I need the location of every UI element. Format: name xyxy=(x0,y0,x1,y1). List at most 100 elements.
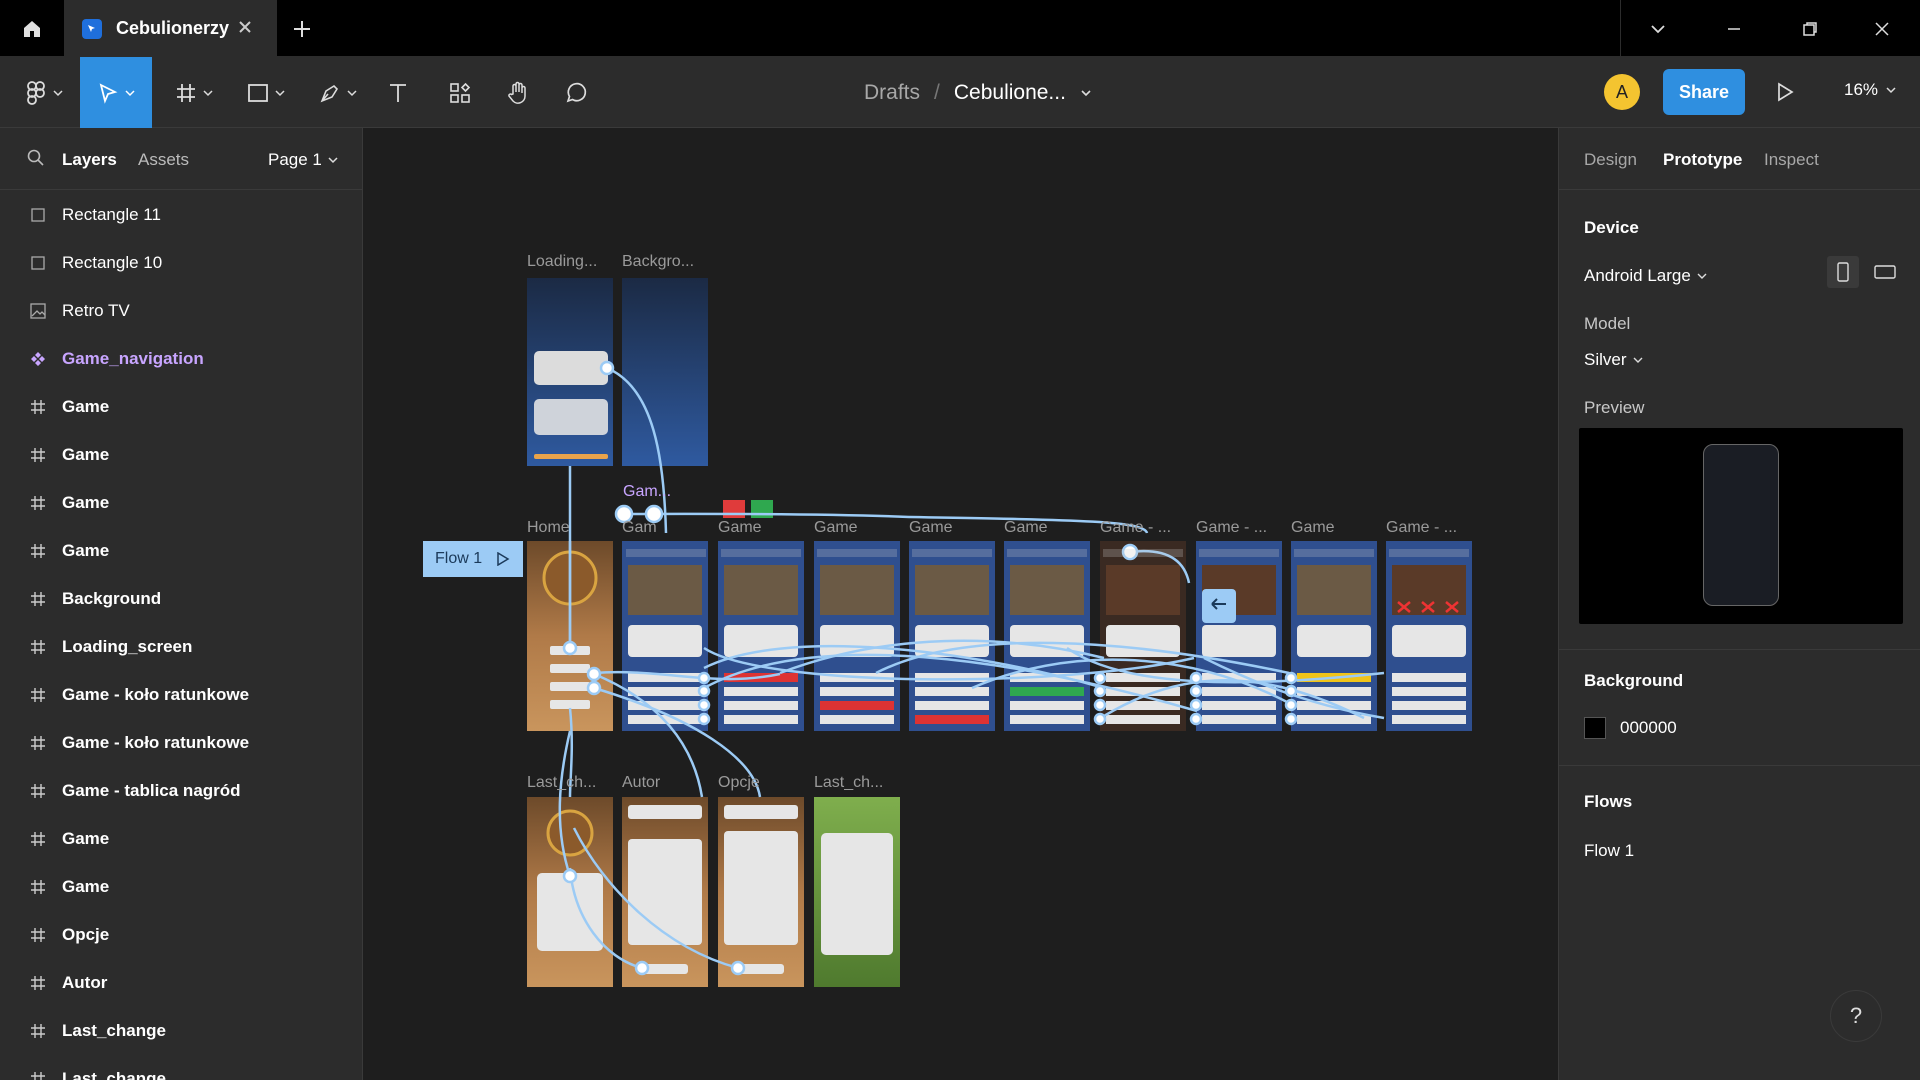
layer-item[interactable]: Game xyxy=(0,431,362,479)
breadcrumb-file-name[interactable]: Cebulione... xyxy=(954,81,1066,105)
page-selector[interactable]: Page 1 xyxy=(268,150,338,170)
frame-label-game-dash[interactable]: Game - ... xyxy=(1196,519,1267,537)
frame-label-game[interactable]: Game xyxy=(1004,519,1048,537)
layer-label: Game - tablica nagród xyxy=(62,781,241,800)
layer-item[interactable]: Last_change xyxy=(0,1055,362,1080)
layer-label: Opcje xyxy=(62,925,110,944)
component-label[interactable]: Gam... xyxy=(623,483,671,501)
frame-label-game-dash[interactable]: Game - ... xyxy=(1100,519,1171,537)
tab-assets[interactable]: Assets xyxy=(138,150,189,170)
layer-item[interactable]: Game_navigation xyxy=(0,335,362,383)
layer-item[interactable]: Game - koło ratunkowe xyxy=(0,671,362,719)
main-menu-button[interactable] xyxy=(14,57,74,128)
layers-panel-header: Layers Assets Page 1 xyxy=(0,128,362,190)
layer-item[interactable]: Game xyxy=(0,383,362,431)
zoom-dropdown[interactable]: 16% xyxy=(1844,80,1896,100)
home-button[interactable] xyxy=(0,0,64,57)
frame-tool[interactable] xyxy=(164,57,224,128)
frame-label-loading[interactable]: Loading... xyxy=(527,253,597,271)
pen-tool[interactable] xyxy=(308,57,368,128)
resources-tool[interactable] xyxy=(438,57,482,128)
chevron-down-icon xyxy=(347,89,357,96)
layer-item[interactable]: Game xyxy=(0,815,362,863)
maximize-button[interactable] xyxy=(1772,0,1848,57)
color-swatch[interactable] xyxy=(1584,717,1606,739)
chevron-down-icon xyxy=(328,157,338,164)
layer-item[interactable]: Rectangle 11 xyxy=(0,191,362,239)
chevron-down-icon[interactable] xyxy=(1080,87,1092,99)
rectangle-10[interactable] xyxy=(723,500,745,518)
landscape-toggle[interactable] xyxy=(1869,256,1901,288)
breadcrumb-drafts[interactable]: Drafts xyxy=(864,81,920,105)
layer-item[interactable]: Background xyxy=(0,575,362,623)
frame-label-game-dash[interactable]: Game - ... xyxy=(1386,519,1457,537)
model-dropdown[interactable]: Silver xyxy=(1584,350,1643,370)
frame-label-opcje[interactable]: Opcje xyxy=(718,774,760,792)
tab-design[interactable]: Design xyxy=(1584,150,1637,170)
frame-label-background[interactable]: Backgro... xyxy=(622,253,694,271)
game-frames-row[interactable] xyxy=(622,541,1472,731)
avatar[interactable]: A xyxy=(1604,74,1640,110)
layer-label: Rectangle 11 xyxy=(62,205,161,224)
layer-item[interactable]: Game - tablica nagród xyxy=(0,767,362,815)
flow-starting-point[interactable]: Flow 1 xyxy=(423,541,523,577)
shape-tool[interactable] xyxy=(236,57,296,128)
comment-tool[interactable] xyxy=(554,57,598,128)
frame-label-home[interactable]: Home xyxy=(527,519,570,537)
frame-icon xyxy=(28,877,48,897)
portrait-toggle[interactable] xyxy=(1827,256,1859,288)
layer-item[interactable]: Last_change xyxy=(0,1007,362,1055)
flow-list-item[interactable]: Flow 1 xyxy=(1584,841,1634,861)
frame-autor[interactable] xyxy=(622,797,708,987)
frame-last-change[interactable] xyxy=(527,797,613,987)
close-icon[interactable] xyxy=(235,17,255,37)
layer-item[interactable]: Autor xyxy=(0,959,362,1007)
device-section-title: Device xyxy=(1584,218,1639,237)
frame-opcje[interactable] xyxy=(718,797,804,987)
tab-layers[interactable]: Layers xyxy=(62,150,117,170)
frame-loading[interactable] xyxy=(527,278,613,466)
frame-icon xyxy=(28,493,48,513)
present-play-icon[interactable] xyxy=(1774,81,1796,103)
layer-item[interactable]: Retro TV xyxy=(0,287,362,335)
frame-background[interactable] xyxy=(622,278,708,466)
file-tab[interactable]: Cebulionerzy xyxy=(64,0,277,57)
background-color-field[interactable]: 000000 xyxy=(1584,717,1677,739)
close-window-button[interactable] xyxy=(1844,0,1920,57)
hand-tool[interactable] xyxy=(496,57,540,128)
frame-label-game[interactable]: Game xyxy=(718,519,762,537)
frame-label-game[interactable]: Gam xyxy=(622,519,657,537)
tabs-dropdown-button[interactable] xyxy=(1620,0,1696,57)
text-tool[interactable] xyxy=(378,57,418,128)
share-button[interactable]: Share xyxy=(1663,69,1745,115)
layer-item[interactable]: Game xyxy=(0,863,362,911)
search-icon[interactable] xyxy=(26,148,46,168)
device-dropdown[interactable]: Android Large xyxy=(1584,266,1707,286)
move-tool[interactable] xyxy=(80,57,152,128)
design-canvas[interactable]: Loading... Backgro... Gam... Home Gam Ga… xyxy=(364,128,1557,1080)
play-icon[interactable] xyxy=(496,552,510,566)
tab-inspect[interactable]: Inspect xyxy=(1764,150,1819,170)
frame-label-last-change[interactable]: Last_ch... xyxy=(814,774,883,792)
background-color-value[interactable]: 000000 xyxy=(1620,718,1677,738)
layer-label: Last_change xyxy=(62,1069,166,1080)
frame-icon xyxy=(28,1069,48,1080)
layer-item[interactable]: Game - koło ratunkowe xyxy=(0,719,362,767)
layer-item[interactable]: Game xyxy=(0,479,362,527)
layer-item[interactable]: Game xyxy=(0,527,362,575)
frame-label-autor[interactable]: Autor xyxy=(622,774,660,792)
frame-label-game[interactable]: Game xyxy=(909,519,953,537)
layer-item[interactable]: Opcje xyxy=(0,911,362,959)
layer-item[interactable]: Loading_screen xyxy=(0,623,362,671)
frame-label-game[interactable]: Game xyxy=(1291,519,1335,537)
frame-label-last-change[interactable]: Last_ch... xyxy=(527,774,596,792)
help-button[interactable]: ? xyxy=(1830,990,1882,1042)
frame-last-change-2[interactable] xyxy=(814,797,900,987)
minimize-button[interactable] xyxy=(1696,0,1772,57)
layer-label: Background xyxy=(62,589,162,608)
plus-icon[interactable] xyxy=(290,17,314,41)
layer-item[interactable]: Rectangle 10 xyxy=(0,239,362,287)
minimize-icon xyxy=(1728,27,1740,30)
frame-label-game[interactable]: Game xyxy=(814,519,858,537)
tab-prototype[interactable]: Prototype xyxy=(1663,150,1742,170)
